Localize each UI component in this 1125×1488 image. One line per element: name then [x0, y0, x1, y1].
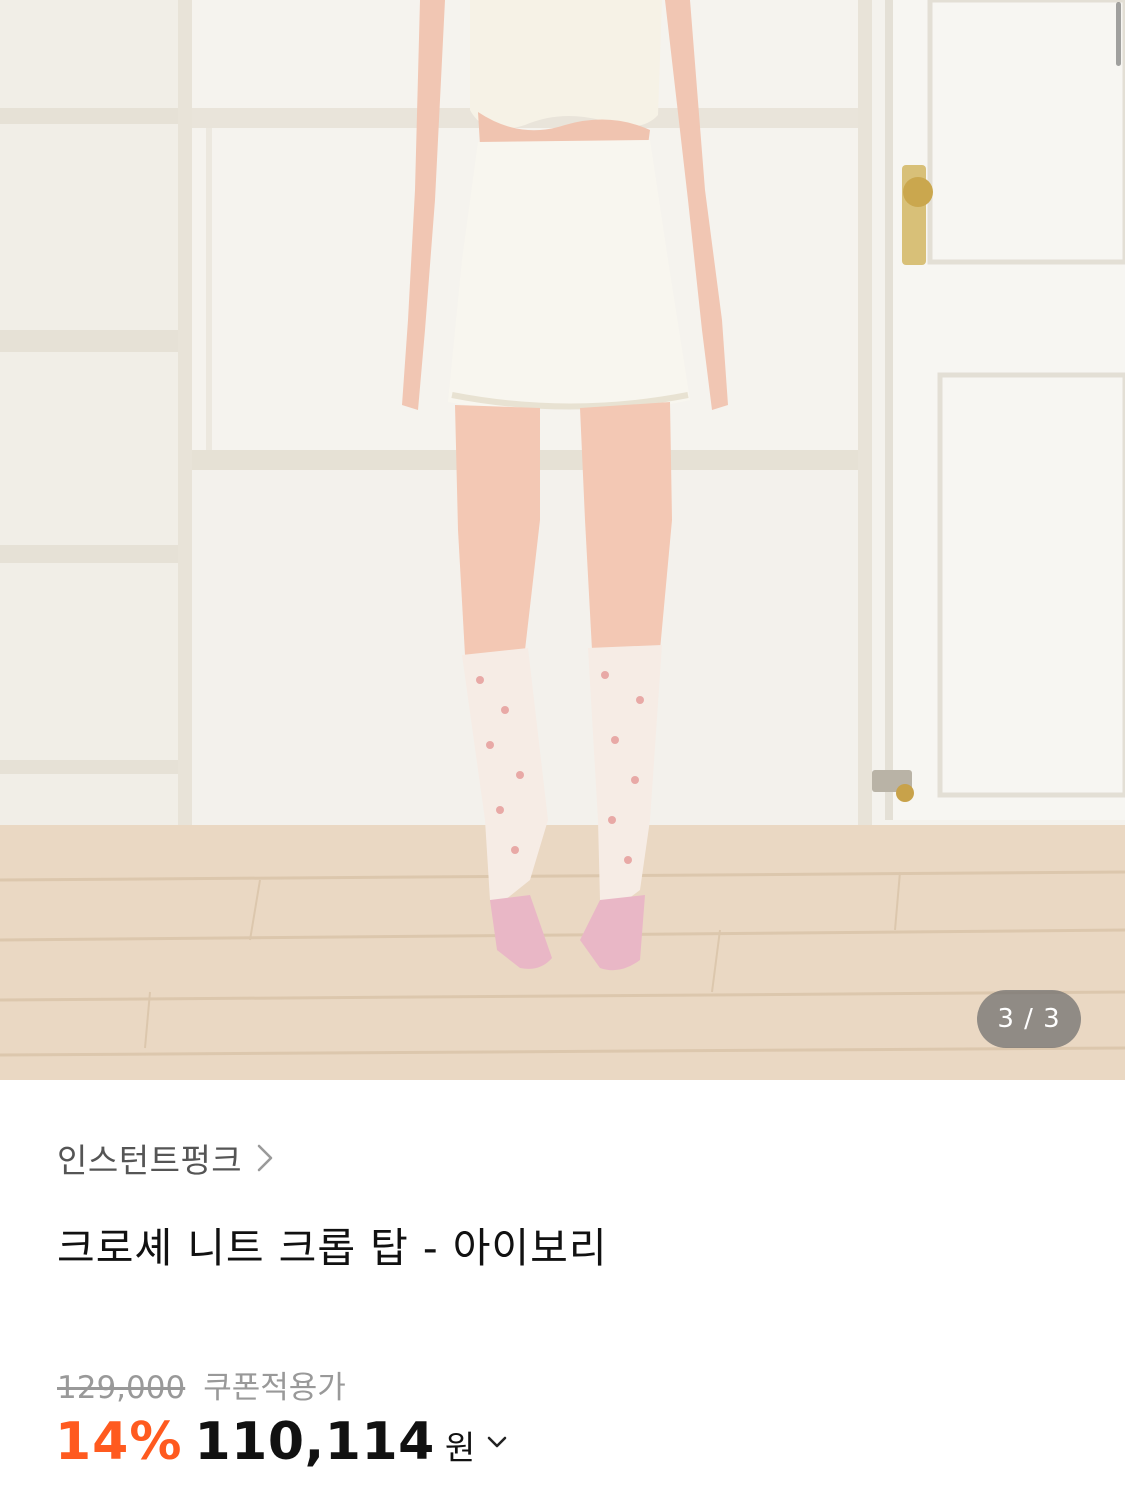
currency-unit: 원 [444, 1428, 476, 1467]
original-price-row: 129,000 쿠폰적용가 [57, 1362, 346, 1407]
chevron-right-icon [257, 1144, 273, 1172]
final-price-toggle[interactable]: 14% 110,114 원 [55, 1412, 509, 1472]
coupon-price-label: 쿠폰적용가 [203, 1370, 346, 1406]
brand-link[interactable]: 인스턴트펑크 [57, 1134, 276, 1182]
final-price: 110,114 [194, 1412, 435, 1472]
product-title: 크로셰 니트 크롭 탑 - 아이보리 [57, 1224, 608, 1272]
original-price: 129,000 [57, 1370, 186, 1406]
chevron-down-icon [487, 1436, 507, 1448]
brand-name: 인스턴트펑크 [57, 1141, 243, 1180]
scroll-indicator[interactable] [1116, 2, 1121, 66]
product-image-gallery[interactable]: 3 / 3 [0, 0, 1125, 1080]
image-page-counter: 3 / 3 [977, 990, 1081, 1048]
image-page-counter-text: 3 / 3 [997, 1004, 1061, 1034]
product-photo [0, 0, 1125, 1080]
discount-rate: 14% [55, 1412, 183, 1472]
